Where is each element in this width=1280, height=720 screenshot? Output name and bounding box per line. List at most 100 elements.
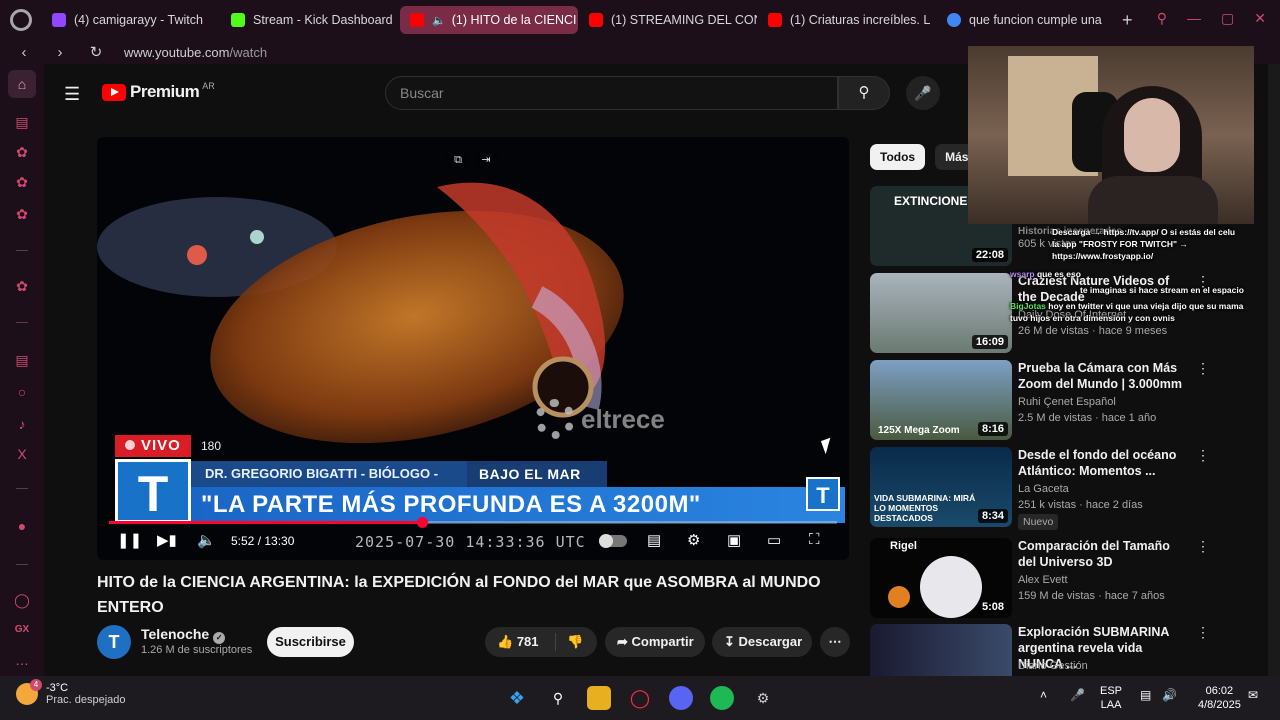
progress-bar[interactable]	[109, 517, 837, 528]
pause-icon[interactable]: ❚❚	[117, 531, 142, 549]
speaker-icon[interactable]: 🔈	[432, 14, 446, 27]
tab-youtube-streaming[interactable]: (1) STREAMING DEL CON	[579, 6, 757, 34]
voice-search-button[interactable]: 🎤	[906, 76, 940, 110]
search-tabs-icon[interactable]: ⚲	[1157, 10, 1167, 27]
network-icon[interactable]: ▤	[1140, 688, 1151, 702]
tiktok-icon[interactable]: ♪	[12, 414, 32, 434]
clock[interactable]: 06:02 4/8/2025	[1198, 684, 1241, 712]
forward-button[interactable]: ›	[48, 44, 72, 61]
divider	[555, 633, 556, 651]
rec-channel[interactable]: La Gaceta	[1018, 483, 1069, 495]
thumbnail[interactable]: 125X Mega Zoom 8:16	[870, 360, 1012, 440]
rec-title[interactable]: Prueba la Cámara con Más Zoom del Mundo …	[1018, 360, 1188, 392]
more-actions-button[interactable]: ⋯	[820, 627, 850, 657]
wallet-icon[interactable]: ▤	[12, 112, 32, 132]
reload-button[interactable]: ↻	[84, 43, 108, 61]
rec-channel[interactable]: Alex Evett	[1018, 574, 1068, 586]
tab-youtube-criaturas[interactable]: (1) Criaturas increíbles. L	[758, 6, 936, 34]
vpn-icon[interactable]: ◯	[12, 590, 32, 610]
download-button[interactable]: ↧ Descargar	[712, 627, 812, 657]
duration: 5:08	[977, 600, 1008, 614]
back-button[interactable]: ‹	[12, 44, 36, 61]
obs-icon[interactable]: ⚙	[751, 686, 775, 710]
aria-icon[interactable]: ✿	[12, 142, 32, 162]
file-explorer-icon[interactable]	[587, 686, 611, 710]
new-tab-button[interactable]: +	[1122, 10, 1133, 31]
kebab-icon[interactable]: ⋮	[1196, 538, 1210, 555]
subscribe-button[interactable]: Suscribirse	[267, 627, 354, 657]
volume-icon[interactable]: 🔈	[197, 531, 216, 549]
volume-icon[interactable]: 🔊	[1162, 688, 1177, 702]
chip-todos[interactable]: Todos	[870, 144, 926, 170]
clock-date: 4/8/2025	[1198, 699, 1241, 711]
x-icon[interactable]: X	[12, 444, 32, 464]
tab-youtube-active[interactable]: 🔈 (1) HITO de la CIENCI	[400, 6, 578, 34]
thumbnail[interactable]	[870, 624, 1012, 676]
menu-icon[interactable]: ☰	[64, 84, 80, 105]
subtitles-icon[interactable]: ▤	[647, 531, 661, 549]
tab-google[interactable]: que funcion cumple una	[937, 6, 1115, 34]
theater-icon[interactable]: ▭	[767, 531, 781, 549]
thumbnail[interactable]: 16:09	[870, 273, 1012, 353]
miniplayer-icon[interactable]: ▣	[727, 531, 741, 549]
chatgpt-icon[interactable]: ✿	[12, 276, 32, 296]
recommendation-item[interactable]: Exploración SUBMARINA argentina revela v…	[870, 624, 1270, 676]
player-icon[interactable]: ●	[12, 516, 32, 536]
channel-name[interactable]: Telenoche ✓	[141, 626, 226, 644]
kebab-icon[interactable]: ⋮	[1196, 624, 1210, 641]
thumbnail[interactable]: Rigel 5:08	[870, 538, 1012, 618]
search-input[interactable]: Buscar	[385, 76, 838, 110]
recommendation-item[interactable]: VIDA SUBMARINA: MIRÁ LO MOMENTOS DESTACA…	[870, 447, 1270, 530]
language-indicator[interactable]: ESP LAA	[1100, 684, 1122, 712]
instagram-icon[interactable]: ○	[12, 382, 32, 402]
like-button[interactable]: 👍 781	[497, 627, 539, 657]
recommendation-item[interactable]: Rigel 5:08 Comparación del Tamaño del Un…	[870, 538, 1270, 620]
share-button[interactable]: ➦ Compartir	[605, 627, 705, 657]
rec-channel[interactable]: Ruhi Çenet Español	[1018, 396, 1116, 408]
maximize-button[interactable]: ▢	[1221, 10, 1234, 27]
search-button[interactable]: ⚲	[838, 76, 890, 110]
kebab-icon[interactable]: ⋮	[1196, 447, 1210, 464]
gx-icon[interactable]: GX	[12, 620, 32, 640]
thumbs-up-icon: 👍	[497, 634, 514, 649]
close-button[interactable]: ✕	[1254, 10, 1266, 27]
tab-label: Stream - Kick Dashboard	[253, 13, 393, 27]
opera-logo-icon[interactable]	[10, 9, 32, 31]
rec-title[interactable]: Comparación del Tamaño del Universo 3D	[1018, 538, 1188, 570]
rec-channel[interactable]: Diario Gestión	[1018, 660, 1088, 672]
tab-twitch[interactable]: (4) camigarayy - Twitch	[42, 6, 220, 34]
youtube-logo[interactable]: Premium AR	[102, 81, 215, 102]
search-icon[interactable]: ⚲	[546, 686, 570, 710]
exit-icon[interactable]: ⇥	[475, 151, 497, 169]
tab-kick[interactable]: Stream - Kick Dashboard	[221, 6, 399, 34]
notification-icon[interactable]: ✉	[1248, 688, 1258, 702]
windows-start-icon[interactable]: ❖	[505, 686, 529, 710]
video-player[interactable]: ⧉ ⇥ eltrece VIVO 180 T DR. GREGORIO BIGA…	[97, 137, 849, 560]
autoplay-toggle[interactable]	[599, 534, 627, 548]
weather-widget[interactable]: 4 -3°C Prac. despejado	[16, 679, 126, 706]
more-icon[interactable]: …	[12, 650, 32, 670]
ai-icon[interactable]: ✿	[12, 204, 32, 224]
settings-icon[interactable]: ⚙	[687, 531, 700, 549]
thumbs-down-icon: 👎	[567, 634, 584, 649]
home-icon[interactable]: ⌂	[8, 70, 36, 98]
dislike-button[interactable]: 👎	[567, 627, 583, 657]
opera-gx-icon[interactable]: ◯	[628, 686, 652, 710]
minimize-button[interactable]: —	[1187, 10, 1201, 27]
rec-title[interactable]: Desde el fondo del océano Atlántico: Mom…	[1018, 447, 1188, 479]
thumbnail[interactable]: VIDA SUBMARINA: MIRÁ LO MOMENTOS DESTACA…	[870, 447, 1012, 527]
tray-expand-icon[interactable]: ˄	[1040, 688, 1047, 702]
recommendation-item[interactable]: 125X Mega Zoom 8:16 Prueba la Cámara con…	[870, 360, 1270, 442]
miniplayer-icon[interactable]: ⧉	[447, 151, 469, 169]
channel-avatar[interactable]: T	[97, 625, 131, 659]
fullscreen-icon[interactable]: ⛶	[809, 531, 820, 548]
url-field[interactable]: www.youtube.com/watch	[124, 45, 267, 60]
microphone-icon[interactable]: 🎤	[1070, 688, 1085, 702]
spotify-icon[interactable]	[710, 686, 734, 710]
openai-icon[interactable]: ✿	[12, 172, 32, 192]
discord-icon[interactable]	[669, 686, 693, 710]
page-scrollbar[interactable]	[1268, 64, 1280, 676]
twitch-icon[interactable]: ▤	[12, 350, 32, 370]
kebab-icon[interactable]: ⋮	[1196, 360, 1210, 377]
next-icon[interactable]: ▶▮	[157, 531, 177, 549]
